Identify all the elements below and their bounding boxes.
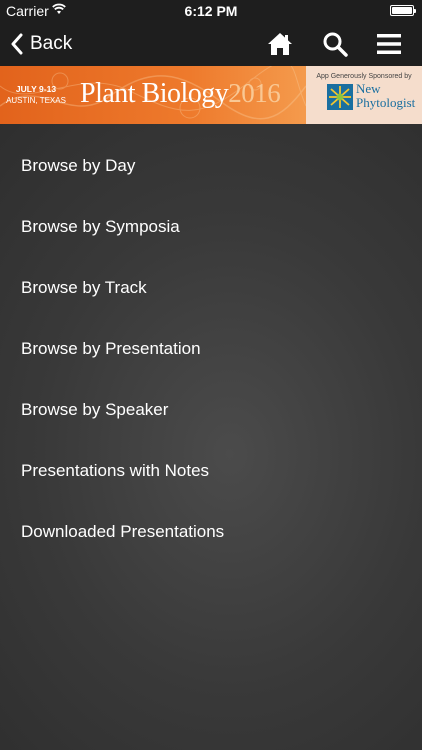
chevron-left-icon <box>11 33 23 55</box>
sponsor-panel: App Generously Sponsored by New Phytolog… <box>306 66 422 124</box>
browse-menu-list: Browse by Day Browse by Symposia Browse … <box>0 135 422 562</box>
conference-location: AUSTIN, TEXAS <box>6 96 66 105</box>
battery-icon <box>390 5 416 16</box>
hamburger-menu-icon[interactable] <box>375 30 403 58</box>
conference-dates: JULY 9-13 AUSTIN, TEXAS <box>4 84 68 106</box>
conference-title: Plant Biology2016 <box>80 78 281 110</box>
status-bar: Carrier 6:12 PM <box>0 0 422 22</box>
sponsor-caption: App Generously Sponsored by <box>316 73 412 80</box>
menu-item-downloaded-presentations[interactable]: Downloaded Presentations <box>0 501 422 562</box>
back-label: Back <box>30 33 73 54</box>
date-range: JULY 9-13 <box>15 84 57 94</box>
menu-item-browse-by-symposia[interactable]: Browse by Symposia <box>0 196 422 257</box>
back-button[interactable]: Back <box>10 30 72 58</box>
sponsor-name-line1: New <box>356 81 381 96</box>
conference-banner: JULY 9-13 AUSTIN, TEXAS Plant Biology201… <box>0 66 422 124</box>
menu-item-browse-by-track[interactable]: Browse by Track <box>0 257 422 318</box>
sponsor-name: New Phytologist <box>356 82 415 110</box>
title-year: 2016 <box>228 78 281 108</box>
browse-menu-panel: Browse by Day Browse by Symposia Browse … <box>0 124 422 750</box>
navigation-bar: Back <box>0 22 422 66</box>
new-phytologist-logo-icon <box>327 84 353 110</box>
sponsor-name-line2: Phytologist <box>356 95 416 110</box>
search-icon[interactable] <box>321 30 349 58</box>
menu-item-browse-by-presentation[interactable]: Browse by Presentation <box>0 318 422 379</box>
clock: 6:12 PM <box>184 3 238 19</box>
menu-item-browse-by-day[interactable]: Browse by Day <box>0 135 422 196</box>
menu-item-presentations-with-notes[interactable]: Presentations with Notes <box>0 440 422 501</box>
home-icon[interactable] <box>266 30 294 58</box>
title-text: Plant Biology <box>80 78 229 109</box>
menu-item-browse-by-speaker[interactable]: Browse by Speaker <box>0 379 422 440</box>
